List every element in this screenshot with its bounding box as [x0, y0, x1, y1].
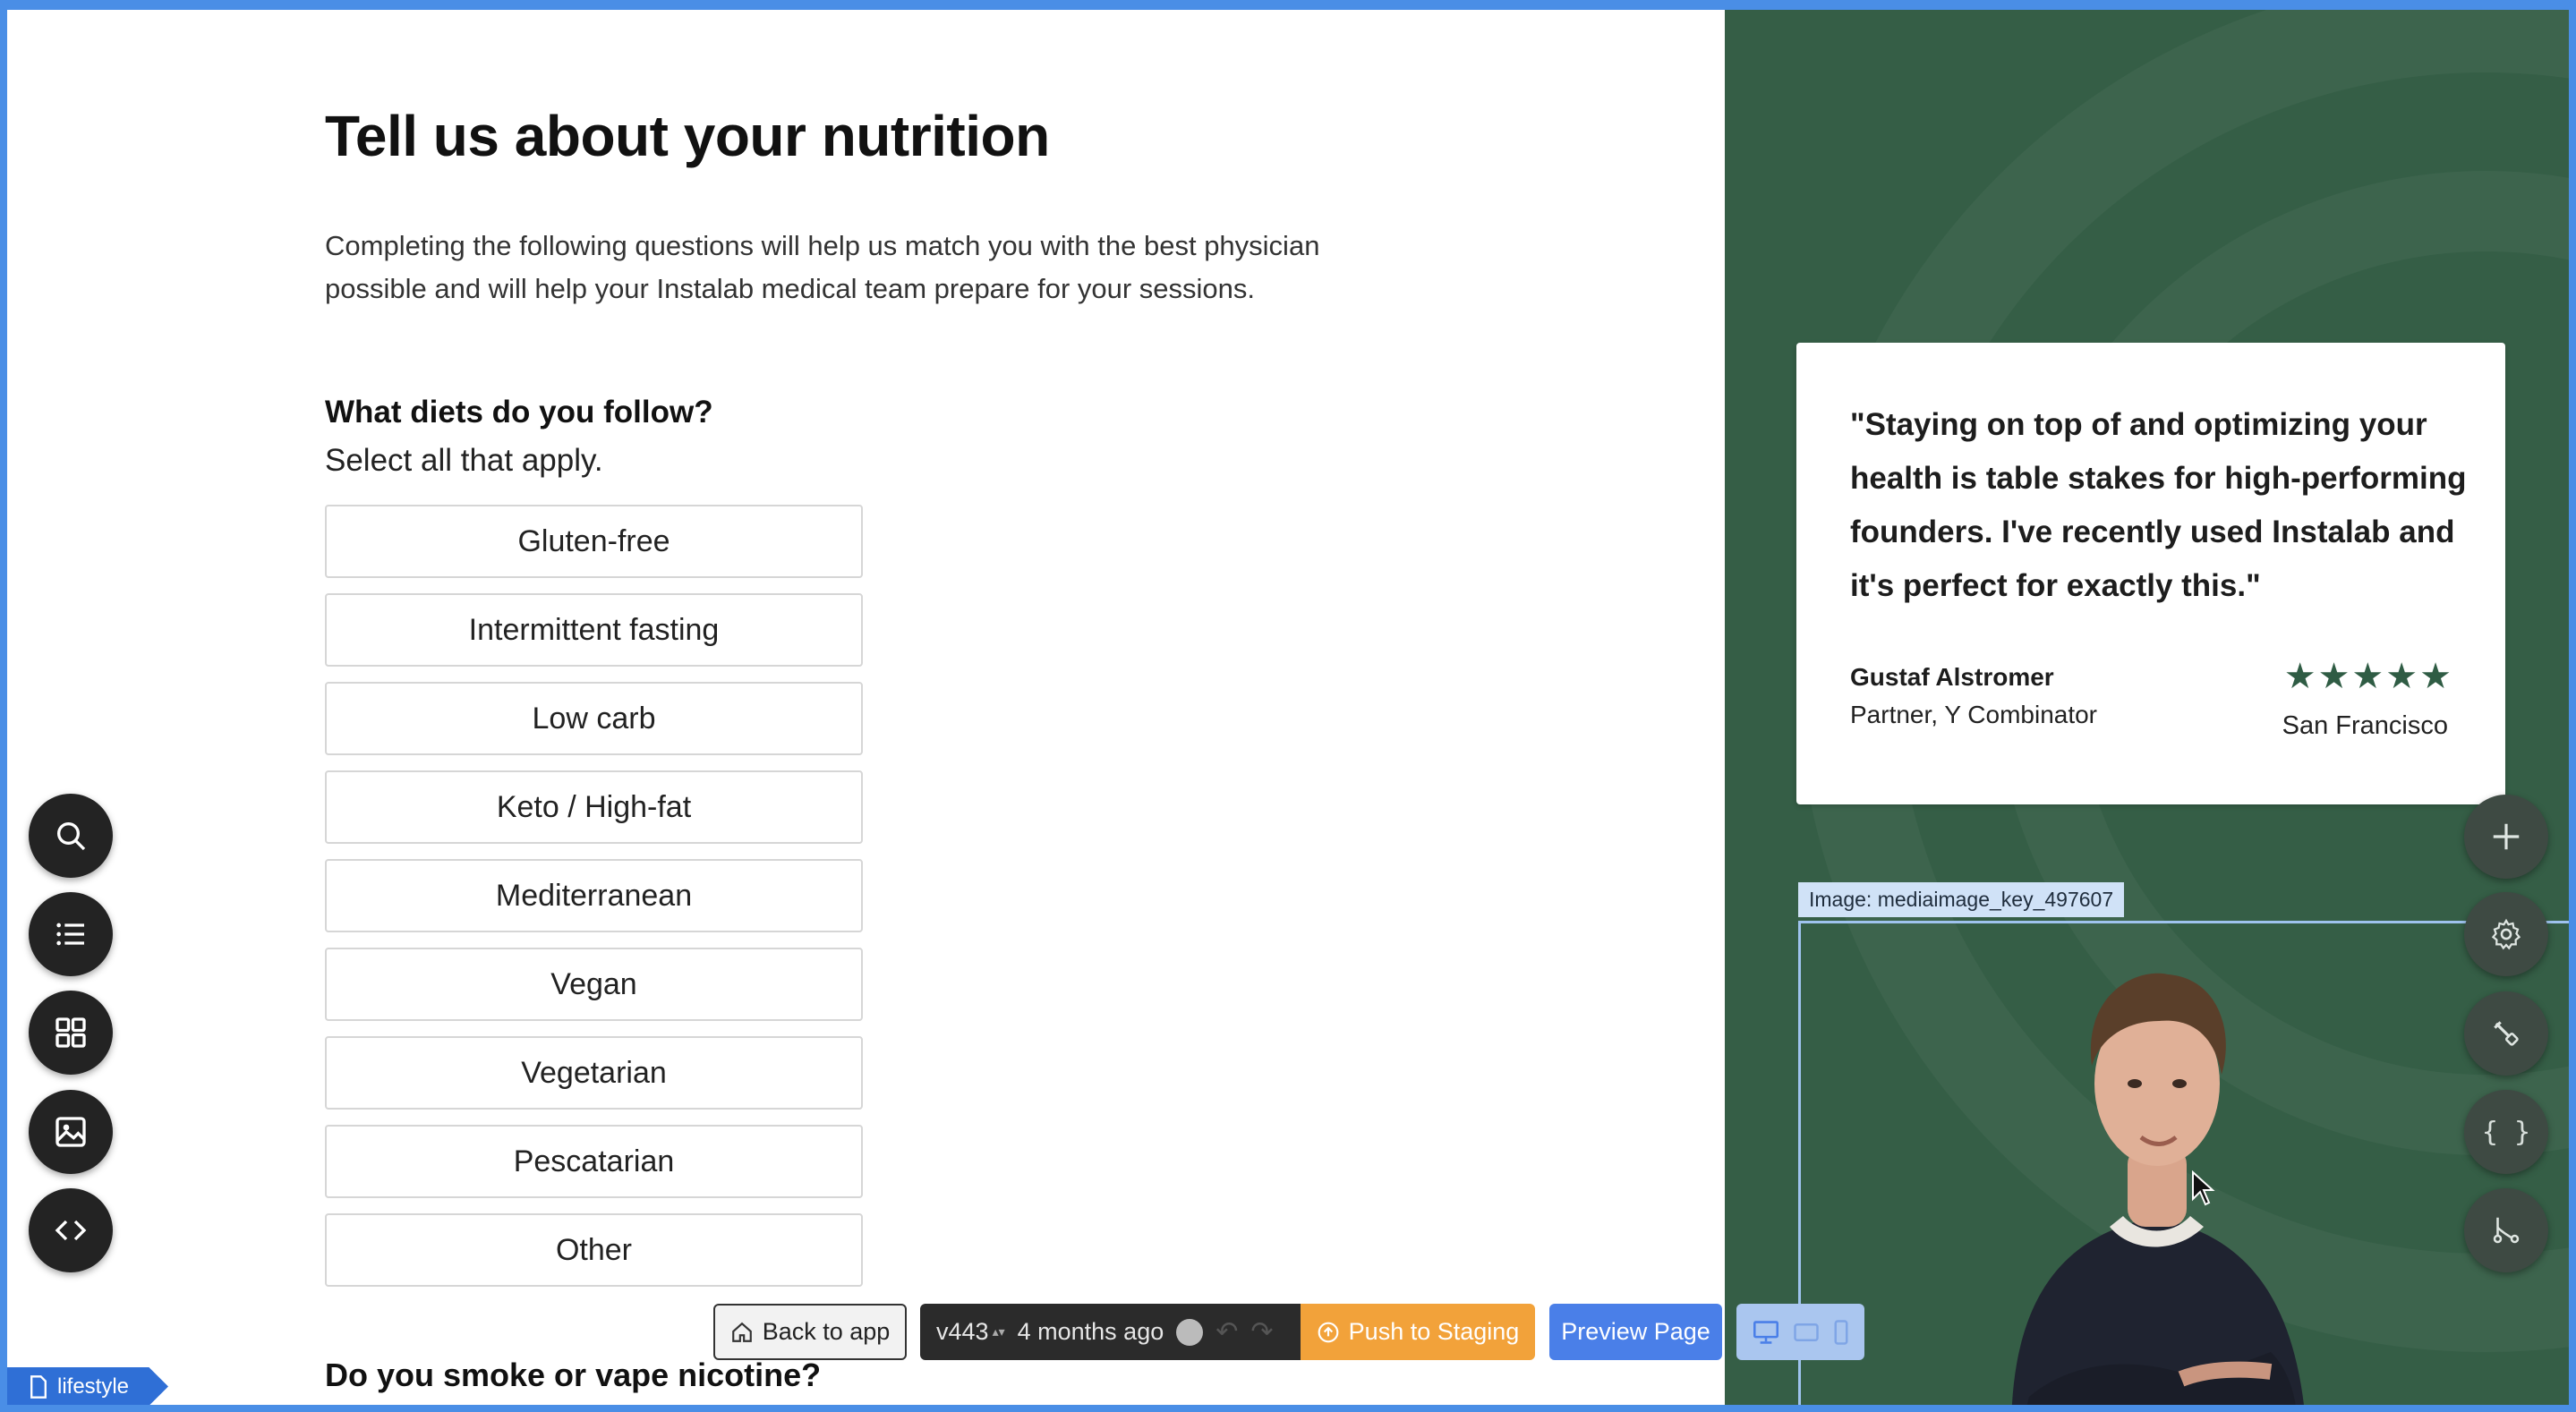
- option-vegan[interactable]: Vegan: [325, 948, 863, 1021]
- gear-icon: [2491, 918, 2521, 950]
- undo-icon[interactable]: ↶: [1215, 1316, 1238, 1348]
- testimonial-panel: "Staying on top of and optimizing your h…: [1725, 10, 2569, 1406]
- device-switcher: [1736, 1304, 1864, 1360]
- testimonial-quote: "Staying on top of and optimizing your h…: [1850, 407, 2467, 603]
- option-vegetarian[interactable]: Vegetarian: [325, 1036, 863, 1110]
- option-other[interactable]: Other: [325, 1213, 863, 1287]
- page-tag[interactable]: lifestyle: [7, 1367, 168, 1406]
- question-subtitle: Select all that apply.: [325, 443, 603, 478]
- search-icon: [57, 822, 86, 851]
- option-intermittent-fasting[interactable]: Intermittent fasting: [325, 593, 863, 667]
- mobile-icon[interactable]: [1832, 1319, 1850, 1346]
- push-label: Push to Staging: [1348, 1318, 1520, 1345]
- updated-time: 4 months ago: [1017, 1318, 1164, 1345]
- chevron-updown-icon: ▴▾: [992, 1324, 1005, 1339]
- intro-text: Completing the following questions will …: [325, 230, 1320, 304]
- page-tag-label: lifestyle: [57, 1374, 130, 1399]
- testimonial-author: Gustaf Alstromer: [1850, 663, 2054, 691]
- testimonial-location: San Francisco: [2282, 711, 2448, 740]
- settings-button[interactable]: [2464, 892, 2548, 976]
- home-icon: [731, 1322, 752, 1342]
- option-keto[interactable]: Keto / High-fat: [325, 770, 863, 844]
- code-tool-button[interactable]: [29, 1188, 113, 1272]
- desktop-icon[interactable]: [1752, 1320, 1780, 1345]
- file-icon: [30, 1374, 47, 1399]
- form-area: Tell us about your nutrition Completing …: [7, 10, 1725, 1406]
- list-icon: [56, 923, 84, 946]
- page-title: Tell us about your nutrition: [325, 104, 1050, 168]
- search-tool-button[interactable]: [29, 794, 113, 878]
- push-to-staging-button[interactable]: Push to Staging: [1301, 1304, 1535, 1360]
- preview-label: Preview Page: [1561, 1318, 1710, 1345]
- preview-page-button[interactable]: Preview Page: [1549, 1304, 1722, 1360]
- version-select[interactable]: v443: [936, 1318, 989, 1346]
- option-gluten-free[interactable]: Gluten-free: [325, 505, 863, 578]
- brush-icon: [2494, 1021, 2519, 1046]
- back-to-app-button[interactable]: Back to app: [713, 1304, 907, 1360]
- upload-icon: [1318, 1322, 1339, 1342]
- outline-tool-button[interactable]: [29, 892, 113, 976]
- redo-icon[interactable]: ↷: [1250, 1316, 1273, 1348]
- image-icon: [55, 1117, 86, 1147]
- add-element-button[interactable]: [2464, 795, 2548, 879]
- testimonial-photo[interactable]: [1975, 931, 2333, 1406]
- code-icon: [55, 1220, 87, 1241]
- question-2-title: Do you smoke or vape nicotine?: [325, 1357, 822, 1393]
- mouse-cursor-icon: [2192, 1170, 2215, 1206]
- testimonial-role: Partner, Y Combinator: [1850, 701, 2098, 728]
- back-label: Back to app: [762, 1318, 891, 1345]
- option-low-carb[interactable]: Low carb: [325, 682, 863, 755]
- option-mediterranean[interactable]: Mediterranean: [325, 859, 863, 932]
- git-branch-icon: [2493, 1217, 2520, 1244]
- plus-icon: [2493, 823, 2520, 850]
- avatar: [1176, 1318, 1204, 1346]
- data-button[interactable]: { }: [2464, 1090, 2548, 1174]
- option-pescatarian[interactable]: Pescatarian: [325, 1125, 863, 1198]
- branch-button[interactable]: [2464, 1188, 2548, 1272]
- diet-options: Gluten-free Intermittent fasting Low car…: [325, 505, 863, 1302]
- version-bar: v443 ▴▾ 4 months ago ↶ ↷: [920, 1304, 1301, 1360]
- style-button[interactable]: [2464, 991, 2548, 1076]
- question-title: What diets do you follow?: [325, 395, 713, 430]
- image-label: Image: mediaimage_key_497607: [1798, 882, 2125, 917]
- braces-icon: { }: [2481, 1116, 2531, 1148]
- tablet-icon[interactable]: [1793, 1322, 1820, 1343]
- components-tool-button[interactable]: [29, 991, 113, 1075]
- grid-icon: [55, 1017, 86, 1048]
- testimonial-card: "Staying on top of and optimizing your h…: [1796, 343, 2505, 804]
- media-tool-button[interactable]: [29, 1090, 113, 1174]
- rating-stars: ★★★★★: [2283, 657, 2453, 696]
